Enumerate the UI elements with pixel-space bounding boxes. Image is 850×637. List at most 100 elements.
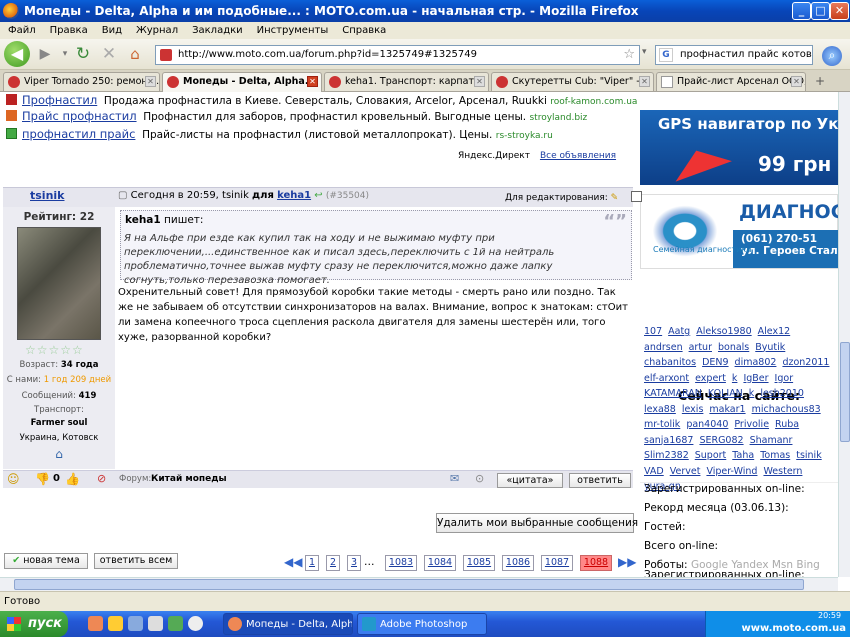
page-1084[interactable]: 1084 <box>424 555 456 571</box>
online-user-link[interactable]: KOLIAN <box>708 386 743 402</box>
reload-icon[interactable]: ↻ <box>72 43 94 65</box>
home-icon[interactable]: ⌂ <box>124 43 146 65</box>
all-ads-link[interactable]: Все объявления <box>540 151 616 161</box>
quicklaunch-icon[interactable] <box>128 616 143 631</box>
firefox-quicklaunch-icon[interactable] <box>88 616 103 631</box>
menu-help[interactable]: Справка <box>342 22 386 39</box>
tab-price-list[interactable]: Прайс-лист Арсенал ООО,... ✕ <box>656 72 806 91</box>
forward-button[interactable]: ▶ <box>34 43 56 65</box>
prev-page-icon[interactable]: ◀◀ <box>284 555 302 569</box>
online-user-link[interactable]: Viper-Wind <box>706 464 757 480</box>
url-dropdown-icon[interactable]: ▾ <box>642 47 647 57</box>
tab-close-icon[interactable]: ✕ <box>474 76 485 87</box>
online-user-link[interactable]: Alekso1980 <box>696 324 751 340</box>
start-button[interactable]: пуск <box>0 611 68 637</box>
online-user-link[interactable]: lexa88 <box>644 402 676 418</box>
online-user-link[interactable]: elf-arxont <box>644 371 689 387</box>
info-icon[interactable]: ⊙ <box>475 472 484 485</box>
menu-view[interactable]: Вид <box>102 22 122 39</box>
online-user-link[interactable]: Suport <box>695 448 727 464</box>
online-user-link[interactable]: 107 <box>644 324 662 340</box>
online-user-link[interactable]: KATAMARAN <box>644 386 702 402</box>
online-user-link[interactable]: Western <box>763 464 802 480</box>
horizontal-scrollbar[interactable] <box>0 577 838 591</box>
online-user-link[interactable]: chabanitos <box>644 355 696 371</box>
taskbar-photoshop[interactable]: Adobe Photoshop <box>357 613 487 635</box>
ad-source[interactable]: roof-kamon.com.ua <box>550 97 637 107</box>
menu-file[interactable]: Файл <box>8 22 36 39</box>
online-user-link[interactable]: k <box>749 386 755 402</box>
user-home-icon[interactable]: ⌂ <box>3 447 115 461</box>
online-user-link[interactable]: Byutik <box>755 340 785 356</box>
vertical-scroll-thumb[interactable] <box>840 342 850 442</box>
next-page-icon[interactable]: ▶▶ <box>618 555 636 569</box>
horizontal-scroll-thumb[interactable] <box>14 579 804 590</box>
post-id[interactable]: (#35504) <box>326 191 369 201</box>
page-1086[interactable]: 1086 <box>502 555 534 571</box>
online-user-link[interactable]: SERG082 <box>699 433 743 449</box>
online-user-link[interactable]: Alex12 <box>758 324 791 340</box>
tab-close-icon[interactable]: ✕ <box>145 76 156 87</box>
search-go-icon[interactable]: ⌕ <box>822 46 842 66</box>
quicklaunch-icon[interactable] <box>188 616 203 631</box>
vertical-scrollbar[interactable] <box>838 92 850 577</box>
edit-pencil-icon[interactable]: ✎ <box>611 193 619 203</box>
tab-close-icon[interactable]: ✕ <box>639 76 650 87</box>
tab-mopeds[interactable]: Мопеды - Delta, Alpha... ✕ <box>162 72 322 92</box>
rating-stars[interactable]: ☆☆☆☆☆ <box>25 343 84 357</box>
close-button[interactable]: ✕ <box>830 2 849 20</box>
ad-source[interactable]: stroyland.biz <box>529 113 587 123</box>
menu-history[interactable]: Журнал <box>136 22 178 39</box>
ad-link[interactable]: Профнастил <box>22 93 97 107</box>
online-user-link[interactable]: Vervet <box>670 464 701 480</box>
page-1[interactable]: 1 <box>305 555 319 571</box>
stop-icon[interactable]: ✕ <box>98 43 120 65</box>
taskbar-firefox[interactable]: Мопеды - Delta, Alph... <box>223 613 353 635</box>
diagnostics-banner[interactable]: ДИАГНОС (061) 270-51 ул. Героев Стали Сем… <box>640 194 838 269</box>
page-2[interactable]: 2 <box>326 555 340 571</box>
tab-scooterettes[interactable]: Скутеретты Cub: "Viper" -... ✕ <box>491 72 654 91</box>
online-user-link[interactable]: IgBer <box>743 371 768 387</box>
online-user-link[interactable]: mr-tolik <box>644 417 680 433</box>
online-user-link[interactable]: Aatg <box>668 324 690 340</box>
select-post-checkbox[interactable] <box>631 191 643 202</box>
report-icon[interactable]: ⊘ <box>97 472 106 485</box>
online-user-link[interactable]: pan4040 <box>686 417 728 433</box>
online-user-link[interactable]: dima802 <box>735 355 777 371</box>
post-recipient-link[interactable]: keha1 <box>277 190 311 201</box>
online-user-link[interactable]: VAD <box>644 464 664 480</box>
online-user-link[interactable]: Shamanr <box>750 433 793 449</box>
forum-link[interactable]: Китай мопеды <box>151 474 227 484</box>
minimize-button[interactable]: _ <box>792 2 811 20</box>
tab-keha1[interactable]: keha1. Транспорт: карпат... ✕ <box>324 72 489 91</box>
online-user-link[interactable]: sanja1687 <box>644 433 693 449</box>
online-user-link[interactable]: k <box>732 371 738 387</box>
ad-source[interactable]: rs-stroyka.ru <box>496 131 553 141</box>
tab-close-icon[interactable]: ✕ <box>791 76 802 87</box>
online-user-link[interactable]: lexis <box>682 402 704 418</box>
page-1085[interactable]: 1085 <box>463 555 495 571</box>
online-user-link[interactable]: expert <box>695 371 726 387</box>
ad-link[interactable]: Прайс профнастил <box>22 109 137 123</box>
online-user-link[interactable]: Igor <box>775 371 794 387</box>
quicklaunch-icon[interactable] <box>148 616 163 631</box>
online-user-link[interactable]: lesh2010 <box>760 386 804 402</box>
online-user-link[interactable]: bonals <box>718 340 749 356</box>
page-1083[interactable]: 1083 <box>385 555 417 571</box>
tab-close-icon[interactable]: ✕ <box>307 76 318 87</box>
online-user-link[interactable]: dzon2011 <box>782 355 829 371</box>
quote-button[interactable]: «цитата» <box>497 473 563 488</box>
smile-icon[interactable]: ☺ <box>7 472 20 486</box>
online-user-link[interactable]: tsinik <box>796 448 821 464</box>
back-button[interactable]: ◀ <box>4 41 30 67</box>
search-input[interactable]: G профнастил прайс котовск <box>655 45 813 65</box>
tab-viper-tornado[interactable]: Viper Tornado 250: ремонт... ✕ <box>3 72 160 91</box>
gps-banner[interactable]: GPS навигатор по Ук 99 грн <box>640 110 838 185</box>
online-user-link[interactable]: michachous83 <box>752 402 821 418</box>
online-user-link[interactable]: Ruba <box>775 417 799 433</box>
online-user-link[interactable]: artur <box>689 340 712 356</box>
reply-all-button[interactable]: ответить всем <box>94 553 178 569</box>
menu-bookmarks[interactable]: Закладки <box>192 22 243 39</box>
quicklaunch-icon[interactable] <box>108 616 123 631</box>
online-user-link[interactable]: Slim2382 <box>644 448 689 464</box>
